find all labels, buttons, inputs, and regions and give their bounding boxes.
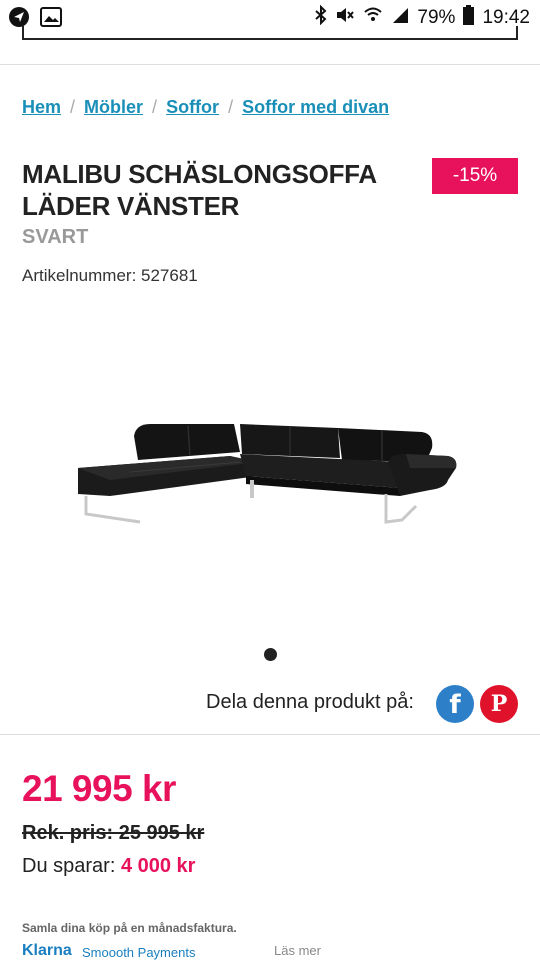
- savings-amount: 4 000 kr: [120, 855, 196, 877]
- pinterest-icon: P: [490, 691, 508, 717]
- breadcrumb-home-link[interactable]: Hem: [22, 97, 61, 118]
- share-label: Dela denna produkt på:: [206, 691, 414, 713]
- pinterest-share-button[interactable]: P: [480, 685, 518, 723]
- breadcrumb-separator: /: [152, 97, 158, 117]
- breadcrumb-soffor-med-divan-link[interactable]: Soffor med divan: [242, 97, 389, 118]
- divider: [0, 734, 540, 735]
- savings: Du sparar: 4 000 kr: [22, 855, 195, 878]
- product-color: SVART: [22, 226, 89, 248]
- breadcrumb-soffor-link[interactable]: Soffor: [166, 97, 219, 118]
- breadcrumb-mobler-link[interactable]: Möbler: [84, 97, 143, 118]
- product-title-line2: LÄDER VÄNSTER: [22, 191, 240, 221]
- price: 21 995 kr: [22, 768, 176, 809]
- klarna-note: Samla dina köp på en månadsfaktura.: [22, 921, 237, 935]
- read-more-link[interactable]: Läs mer: [274, 943, 321, 958]
- savings-label: Du sparar:: [22, 855, 116, 877]
- facebook-share-button[interactable]: f: [436, 685, 474, 723]
- facebook-icon: f: [449, 690, 461, 720]
- carousel-indicator-dot[interactable]: [264, 648, 277, 661]
- product-title-line1: MALIBU SCHÄSLONGSOFFA: [22, 159, 377, 189]
- product-title: MALIBU SCHÄSLONGSOFFA LÄDER VÄNSTER: [22, 158, 412, 222]
- breadcrumb: Hem / Möbler / Soffor / Soffor med divan: [22, 97, 389, 118]
- search-field-edge[interactable]: [22, 26, 518, 40]
- article-number: Artikelnummer: 527681: [22, 266, 198, 285]
- klarna-logo: Klarna: [22, 942, 72, 959]
- klarna-tagline: Smoooth Payments: [82, 945, 196, 960]
- product-image[interactable]: [70, 410, 470, 540]
- regular-price: Rek. pris: 25 995 kr: [22, 822, 205, 844]
- breadcrumb-separator: /: [70, 97, 76, 117]
- discount-badge: -15%: [432, 158, 518, 194]
- divider: [0, 64, 540, 65]
- breadcrumb-separator: /: [228, 97, 234, 117]
